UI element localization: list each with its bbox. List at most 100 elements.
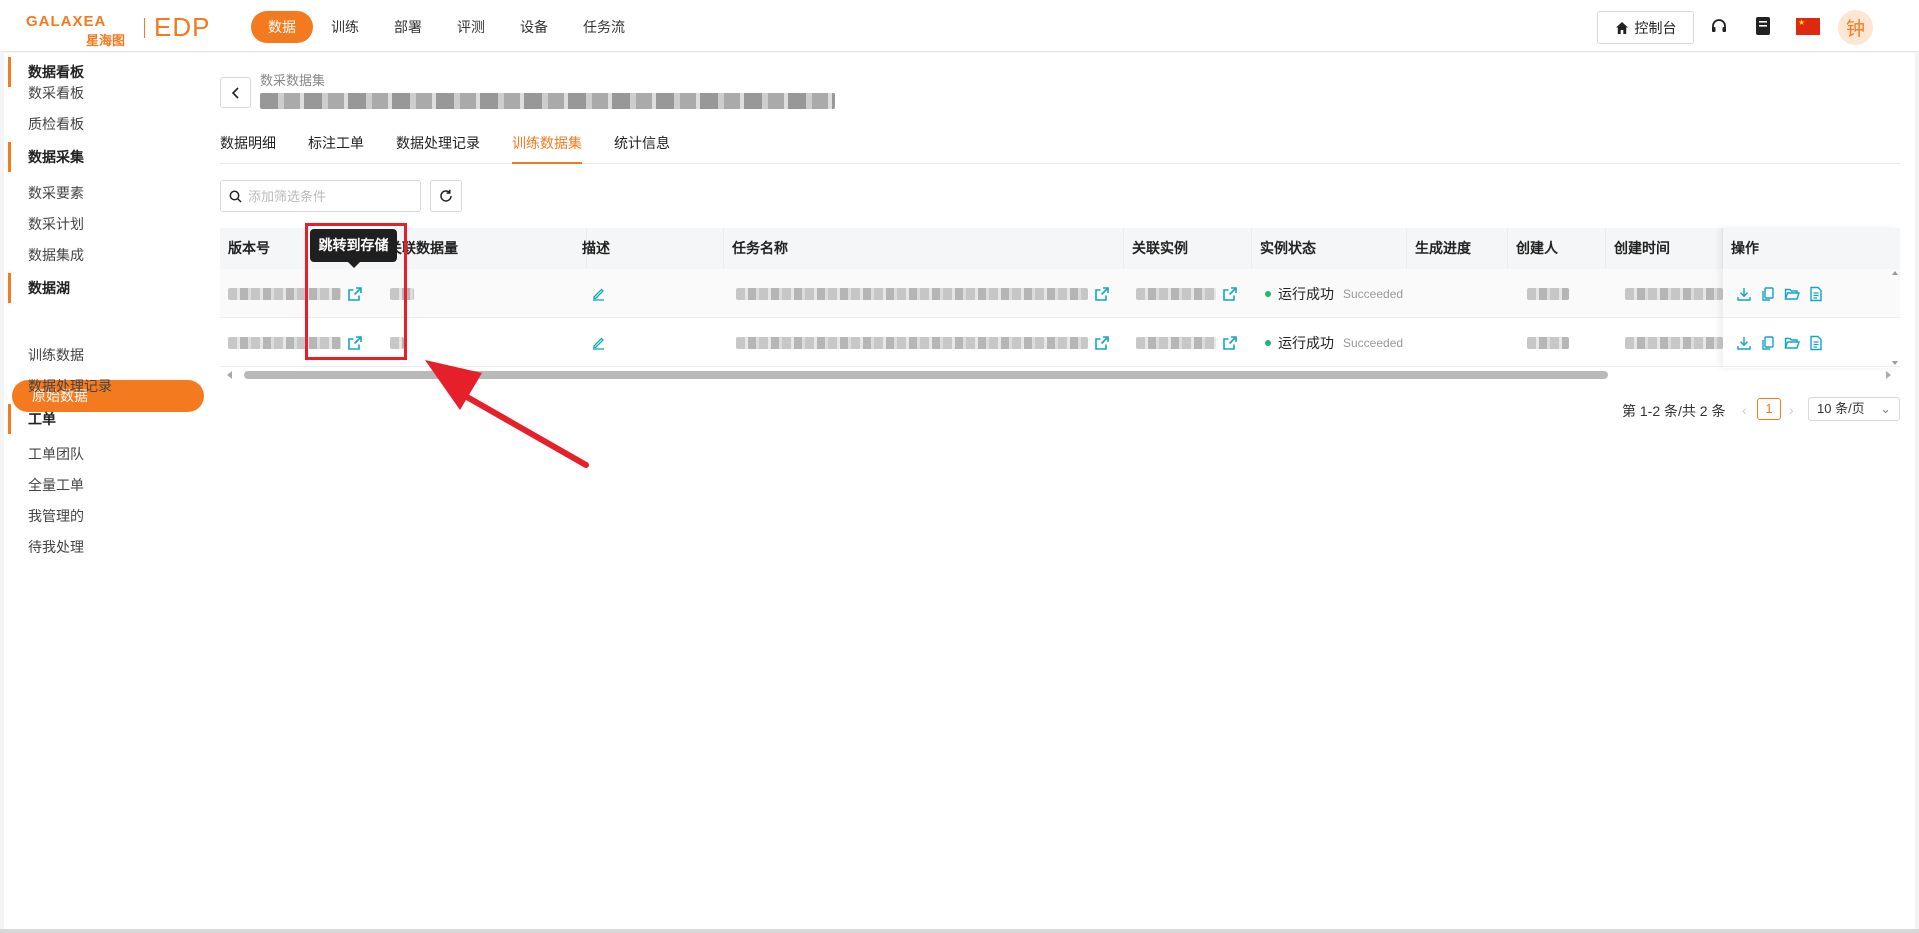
pagination-page-button[interactable]: 1 (1757, 398, 1781, 420)
col-instance-status: 实例状态 (1252, 228, 1407, 269)
edit-icon[interactable] (591, 286, 606, 301)
home-icon (1615, 21, 1628, 34)
col-description: 描述 (574, 228, 724, 269)
redacted-task-name (736, 287, 1088, 300)
sidebar-item-collection-plan[interactable]: 数采计划 (28, 214, 84, 234)
nav-item-training[interactable]: 训练 (314, 11, 376, 43)
cell-created-time (1625, 318, 1723, 367)
nav-item-evaluation[interactable]: 评测 (440, 11, 502, 43)
console-label: 控制台 (1634, 19, 1677, 36)
filter-input[interactable] (248, 188, 408, 204)
tab-label-orders[interactable]: 标注工单 (308, 131, 364, 164)
cell-instance-status: 运行成功 Succeeded (1265, 269, 1403, 318)
window-bottom-edge (0, 929, 1919, 933)
sidebar: 数据看板 数采看板 质检看板 数据采集 数采要素 数采计划 数据集成 数据湖 原… (4, 53, 204, 929)
redacted-creator (1527, 336, 1569, 349)
col-linked-instance: 关联实例 (1124, 228, 1252, 269)
redacted-instance (1136, 336, 1216, 349)
headset-icon[interactable] (1707, 14, 1731, 38)
refresh-icon (440, 189, 452, 202)
chevron-left-icon (231, 86, 239, 99)
sidebar-group-collection[interactable]: 数据采集 (8, 142, 204, 172)
logo-edp: EDP (154, 12, 211, 42)
col-version: 版本号 (220, 228, 308, 269)
redacted-time (1625, 336, 1723, 349)
col-linked-count: 关联数据量 (380, 228, 587, 269)
brand-logo[interactable]: GALAXEA 星海图 EDP (26, 10, 221, 48)
highlight-box (305, 223, 407, 360)
external-link-icon[interactable] (1222, 286, 1238, 302)
scroll-right-icon[interactable] (1884, 371, 1892, 379)
cell-task-name (736, 269, 1110, 318)
logo-divider (144, 18, 145, 38)
external-link-icon[interactable] (1094, 335, 1110, 351)
vertical-scrollbar[interactable] (1890, 269, 1900, 367)
status-badge: Succeeded (1343, 335, 1404, 350)
nav-item-data[interactable]: 数据 (251, 11, 313, 43)
sidebar-item-collection-elements[interactable]: 数采要素 (28, 183, 84, 203)
edit-icon[interactable] (591, 335, 606, 350)
china-flag-icon[interactable]: ★ (1796, 18, 1820, 35)
filter-input-box[interactable] (220, 180, 421, 212)
refresh-button[interactable] (430, 180, 462, 212)
pagination-prev-icon[interactable]: ‹ (1742, 402, 1747, 418)
sidebar-item-data-integration[interactable]: 数据集成 (28, 245, 84, 265)
col-progress: 生成进度 (1407, 228, 1508, 269)
status-text: 运行成功 (1278, 334, 1334, 351)
search-icon (229, 190, 242, 203)
back-button[interactable] (220, 77, 251, 108)
top-bar: GALAXEA 星海图 EDP 数据 训练 部署 评测 设备 任务流 控制台 ★… (0, 0, 1919, 52)
cell-linked-instance (1136, 318, 1238, 367)
sidebar-item-collection-dashboard[interactable]: 数采看板 (28, 83, 84, 103)
sidebar-item-my-managed[interactable]: 我管理的 (28, 506, 84, 526)
col-created-time: 创建时间 (1606, 228, 1723, 269)
sidebar-group-data-lake[interactable]: 数据湖 (8, 273, 204, 303)
nav-item-deploy[interactable]: 部署 (377, 11, 439, 43)
logo-wordmark: GALAXEA (26, 13, 107, 30)
tab-training-datasets[interactable]: 训练数据集 (512, 131, 582, 164)
sidebar-item-all-orders[interactable]: 全量工单 (28, 475, 84, 495)
sidebar-item-qc-dashboard[interactable]: 质检看板 (28, 114, 84, 134)
tab-statistics[interactable]: 统计信息 (614, 131, 670, 164)
redacted-task-name (736, 336, 1088, 349)
nav-item-device[interactable]: 设备 (503, 11, 565, 43)
main-nav: 数据 训练 部署 评测 设备 任务流 (251, 11, 643, 43)
col-creator: 创建人 (1508, 228, 1606, 269)
chevron-down-icon: ⌄ (1880, 401, 1891, 416)
cell-description (591, 318, 606, 367)
cell-creator (1527, 318, 1569, 367)
tab-data-detail[interactable]: 数据明细 (220, 131, 276, 164)
sidebar-item-processing-records[interactable]: 数据处理记录 (28, 376, 112, 396)
external-link-icon[interactable] (1094, 286, 1110, 302)
nav-item-workflow[interactable]: 任务流 (566, 11, 642, 43)
table-row: 运行成功 Succeeded (220, 269, 1900, 318)
tab-bar: 数据明细 标注工单 数据处理记录 训练数据集 统计信息 (220, 131, 1900, 164)
logo-cn: 星海图 (86, 33, 126, 48)
tab-processing-records[interactable]: 数据处理记录 (396, 131, 480, 164)
redacted-time (1625, 287, 1723, 300)
cell-created-time (1625, 269, 1723, 318)
sidebar-item-pending[interactable]: 待我处理 (28, 537, 84, 557)
redacted-creator (1527, 287, 1569, 300)
status-badge: Succeeded (1343, 286, 1404, 301)
pagination-next-icon[interactable]: › (1789, 402, 1794, 418)
status-dot (1265, 290, 1271, 297)
avatar[interactable]: 钟 (1838, 10, 1873, 45)
document-icon[interactable] (1751, 14, 1775, 38)
sidebar-item-training-data[interactable]: 训练数据 (28, 345, 84, 365)
annotation-arrow-icon (425, 360, 589, 468)
training-dataset-table: 版本号 关联数据量 描述 任务名称 关联实例 实例状态 生成进度 创建人 创建时… (220, 228, 1900, 379)
table-header: 版本号 关联数据量 描述 任务名称 关联实例 实例状态 生成进度 创建人 创建时… (220, 228, 1900, 269)
scroll-left-icon[interactable] (226, 371, 234, 379)
external-link-icon[interactable] (1222, 335, 1238, 351)
cell-creator (1527, 269, 1569, 318)
sidebar-item-order-team[interactable]: 工单团队 (28, 444, 84, 464)
sidebar-group-work-order[interactable]: 工单 (8, 404, 204, 434)
cell-instance-status: 运行成功 Succeeded (1265, 318, 1403, 367)
pagination-total: 第 1-2 条/共 2 条 (1622, 403, 1726, 419)
page-size-value: 10 条/页 (1817, 401, 1865, 416)
cell-task-name (736, 318, 1110, 367)
page-size-select[interactable]: 10 条/页 ⌄ (1808, 397, 1900, 421)
breadcrumb[interactable]: 数采数据集 (260, 70, 325, 89)
console-button[interactable]: 控制台 (1597, 11, 1694, 44)
